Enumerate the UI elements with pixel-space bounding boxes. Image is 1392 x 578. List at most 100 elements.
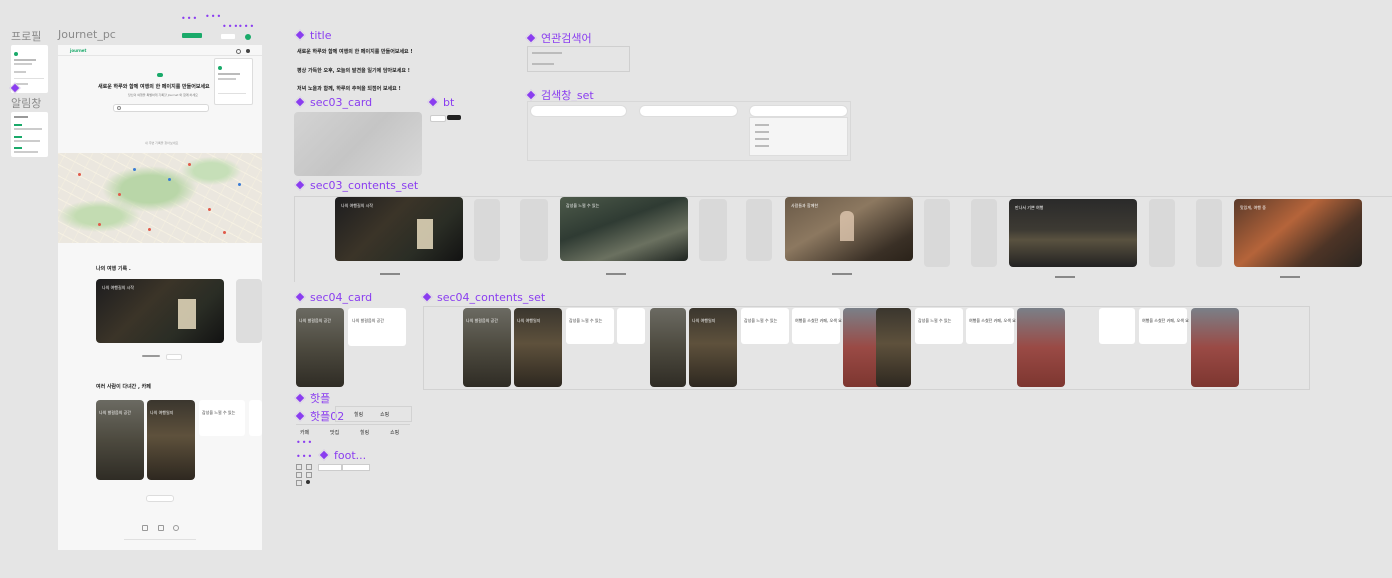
sec04-card-photo[interactable]: 나의 발걸음의 공간 — [296, 308, 344, 387]
sec03-card-2[interactable]: 감성을 느낄 수 있는 — [560, 197, 688, 261]
sec03-dots-1[interactable] — [380, 273, 400, 275]
hot2-tab-cafe[interactable]: 카페 — [300, 429, 309, 436]
title-component-label: title — [294, 29, 332, 42]
alarm-panel — [11, 112, 48, 157]
hot2-tab-food[interactable]: 맛집 — [330, 429, 339, 436]
map-view[interactable] — [58, 153, 262, 243]
sec03-card-3[interactable]: 사람들과 함께한 — [785, 197, 913, 261]
others-card-4[interactable] — [249, 400, 262, 436]
sec04-item-4[interactable] — [617, 308, 645, 344]
sec03-ghost-1a — [474, 199, 500, 261]
footer-input[interactable] — [318, 464, 342, 471]
sec04-card-text[interactable]: 나의 발걸음의 공간 — [348, 308, 406, 346]
sec03-ghost-1b — [520, 199, 548, 261]
footer-facebook-icon[interactable] — [158, 525, 164, 531]
hotplace-tabs-2: 카페 맛집 힐링 쇼핑 — [296, 424, 410, 439]
toggle-preview[interactable] — [221, 34, 235, 39]
top-dots-3: ••• — [222, 22, 240, 31]
sec03-dots-5[interactable] — [1280, 276, 1300, 278]
card-title: 나의 여행길의 시작 — [102, 285, 134, 290]
sec04-item-10[interactable] — [876, 308, 911, 387]
others-card-2[interactable]: 나의 여행일지 — [147, 400, 195, 480]
sec03-dots-2[interactable] — [606, 273, 626, 275]
related-search-box — [527, 46, 630, 72]
others-title: 여러 사람이 다녀간 , 카페 — [96, 384, 151, 390]
top-dots-2: ••• — [205, 12, 223, 21]
sec03-ghost-3b — [971, 199, 997, 267]
others-card-1[interactable]: 나의 발걸음의 공간 — [96, 400, 144, 480]
title-line-3: 저녁 노을과 함께, 하루의 추억을 되점어 보세요 ! — [297, 86, 401, 92]
hotplace-tabs-1: 힐링 쇼핑 — [335, 406, 412, 422]
sec03-contents-component-label: sec03_contents_set — [294, 179, 418, 192]
hero-sub: 당신의 여행을 특별하게 기록할 Journet 와 함께 하세요 — [128, 93, 198, 97]
hot-tab-shopping[interactable]: 쇼핑 — [380, 411, 389, 418]
hot-tab-healing[interactable]: 힐링 — [354, 411, 363, 418]
footer-chat-icon[interactable] — [173, 525, 179, 531]
alarm-frame-label: 알림창 — [11, 97, 42, 110]
journet-page: journet 새로운 하루와 함께 여행의 한 페이지를 만들어보세요 당신의… — [58, 45, 262, 550]
sec04-contents-component-label: sec04_contents_set — [421, 291, 545, 304]
brand-logo[interactable]: journet — [70, 48, 86, 53]
footer-instagram-icon[interactable] — [142, 525, 148, 531]
sec03-card-1[interactable]: 나의 여행길의 시작 — [335, 197, 463, 261]
sec04-card-component-label: sec04_card — [294, 291, 372, 304]
bt-light[interactable] — [430, 115, 446, 122]
footer-preview — [296, 464, 370, 486]
profile-icon-preview[interactable] — [245, 34, 251, 40]
my-travel-card-next[interactable] — [236, 279, 262, 343]
sec03-ghost-4b — [1196, 199, 1222, 267]
sec03-card-4[interactable]: 만나서 기쁜 여행 — [1009, 199, 1137, 267]
sec03-ghost-4a — [1149, 199, 1175, 267]
sec04-item-12[interactable]: 여행을 스쳤던 카페, 오색 요 — [966, 308, 1016, 344]
sec04-item-14[interactable] — [1099, 308, 1135, 344]
hot2-tab-shopping[interactable]: 쇼핑 — [390, 429, 399, 436]
sec03-ghost-2b — [746, 199, 772, 261]
notice-popup — [214, 58, 253, 105]
others-more-button[interactable] — [146, 495, 174, 502]
sec04-item-2[interactable]: 나의 여행일지 — [514, 308, 562, 387]
sec04-item-16[interactable] — [1191, 308, 1239, 387]
search-field-3[interactable] — [749, 105, 848, 117]
search-field-2[interactable] — [639, 105, 738, 117]
my-travel-card[interactable]: 나의 여행길의 시작 — [96, 279, 224, 343]
search-icon — [117, 106, 121, 110]
carousel-more-button[interactable] — [166, 354, 182, 360]
sec04-item-7[interactable]: 감성을 느낄 수 있는 — [741, 308, 789, 344]
search-dropdown[interactable] — [749, 117, 848, 156]
top-dots-4: ••• — [238, 22, 256, 31]
sec03-card-5[interactable]: 맛있게, 여행 중 — [1234, 199, 1362, 267]
hero-headline: 새로운 하루와 함께 여행의 한 페이지를 만들어보세요 — [98, 84, 210, 90]
sec04-item-5[interactable] — [650, 308, 686, 387]
sec03-dots-3[interactable] — [832, 273, 852, 275]
map-caption: 내 주변 기록을 찾아보세요 — [145, 141, 179, 145]
bt-dark[interactable] — [447, 115, 461, 120]
sec04-item-8[interactable]: 여행을 스쳤던 카페, 오색 요 — [792, 308, 842, 344]
nav-user-icon[interactable] — [246, 49, 250, 53]
sec03-ghost-3a — [924, 199, 950, 267]
hot-dots: ••• — [296, 438, 314, 447]
hot2-tab-healing[interactable]: 힐링 — [360, 429, 369, 436]
hero-chat-icon — [157, 73, 163, 77]
footer-component-label: foot... — [318, 449, 366, 462]
hero-search-input[interactable] — [113, 104, 209, 112]
others-card-3[interactable]: 감성을 느낄 수 있는 — [199, 400, 245, 436]
footer-button[interactable] — [342, 464, 370, 471]
sec04-item-15[interactable]: 여행을 스쳤던 카페, 오색 요 — [1139, 308, 1189, 344]
alarm-component-label — [9, 82, 25, 95]
login-button-preview[interactable] — [182, 33, 202, 38]
bt-component-label: bt — [427, 96, 454, 109]
nav-search-icon[interactable] — [236, 49, 241, 54]
carousel-dots[interactable] — [142, 355, 160, 357]
profile-avatar — [14, 52, 18, 56]
hotplace-component-label: 핫플 — [294, 390, 330, 406]
sec04-item-13[interactable] — [1017, 308, 1065, 387]
sec04-item-6[interactable]: 나의 여행일지 — [689, 308, 737, 387]
search-field-1[interactable] — [530, 105, 627, 117]
title-line-1: 새로운 하루와 함께 여행의 한 페이지를 만들어보세요 ! — [297, 49, 413, 55]
top-dots-1: ••• — [181, 14, 199, 23]
sec04-item-11[interactable]: 감성을 느낄 수 있는 — [915, 308, 963, 344]
sec04-item-3[interactable]: 감성을 느낄 수 있는 — [566, 308, 614, 344]
sec03-dots-4[interactable] — [1055, 276, 1075, 278]
profile-frame-label: 프로필 — [11, 30, 42, 43]
sec04-item-1[interactable]: 나의 발걸음의 공간 — [463, 308, 511, 387]
